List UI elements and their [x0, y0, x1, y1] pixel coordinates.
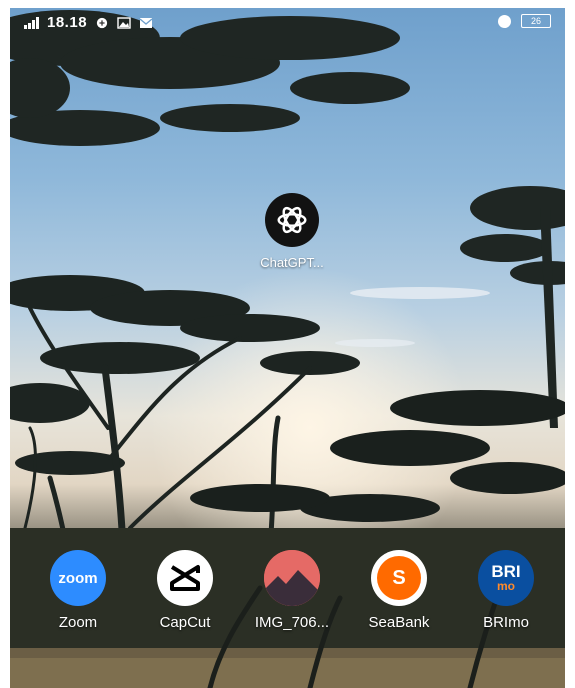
- dock: zoom Zoom CapCut IMG_706... S SeaBank BR…: [10, 550, 565, 640]
- brimo-logo-text: BRI: [491, 562, 521, 581]
- dock-app-label: CapCut: [159, 614, 211, 631]
- seabank-icon: S: [371, 550, 427, 606]
- dock-app-brimo[interactable]: BRI mo BRImo: [458, 550, 554, 631]
- dock-app-zoom[interactable]: zoom Zoom: [30, 550, 126, 631]
- dock-app-seabank[interactable]: S SeaBank: [351, 550, 447, 631]
- dock-app-label: IMG_706...: [254, 614, 330, 631]
- gallery-icon: [117, 16, 131, 29]
- alarm-icon: [498, 14, 511, 28]
- image-file-icon: [264, 550, 320, 606]
- chatgpt-icon: [265, 193, 319, 247]
- zoom-logo-text: zoom: [58, 569, 98, 587]
- dock-app-label: BRImo: [483, 614, 529, 631]
- battery-icon: 26: [521, 14, 551, 28]
- signal-icon: [24, 16, 39, 29]
- dock-app-label: SeaBank: [368, 614, 430, 631]
- app-label: ChatGPT...: [260, 255, 324, 270]
- home-screen: 18.18 26 ChatGPT... zoom Zoom CapCut IMG…: [10, 8, 565, 688]
- mail-icon: [139, 17, 153, 28]
- status-bar: 18.18 26: [10, 8, 565, 38]
- brimo-icon: BRI mo: [478, 550, 534, 606]
- brimo-logo-subtext: mo: [497, 579, 515, 593]
- dock-app-capcut[interactable]: CapCut: [137, 550, 233, 631]
- app-chatgpt[interactable]: ChatGPT...: [242, 193, 342, 270]
- vpn-icon: [96, 17, 108, 28]
- seabank-logo-text: S: [392, 566, 406, 589]
- zoom-icon: zoom: [50, 550, 106, 606]
- capcut-icon: [157, 550, 213, 606]
- dock-app-label: Zoom: [58, 614, 98, 631]
- status-time: 18.18: [47, 14, 88, 31]
- dock-app-image[interactable]: IMG_706...: [244, 550, 340, 631]
